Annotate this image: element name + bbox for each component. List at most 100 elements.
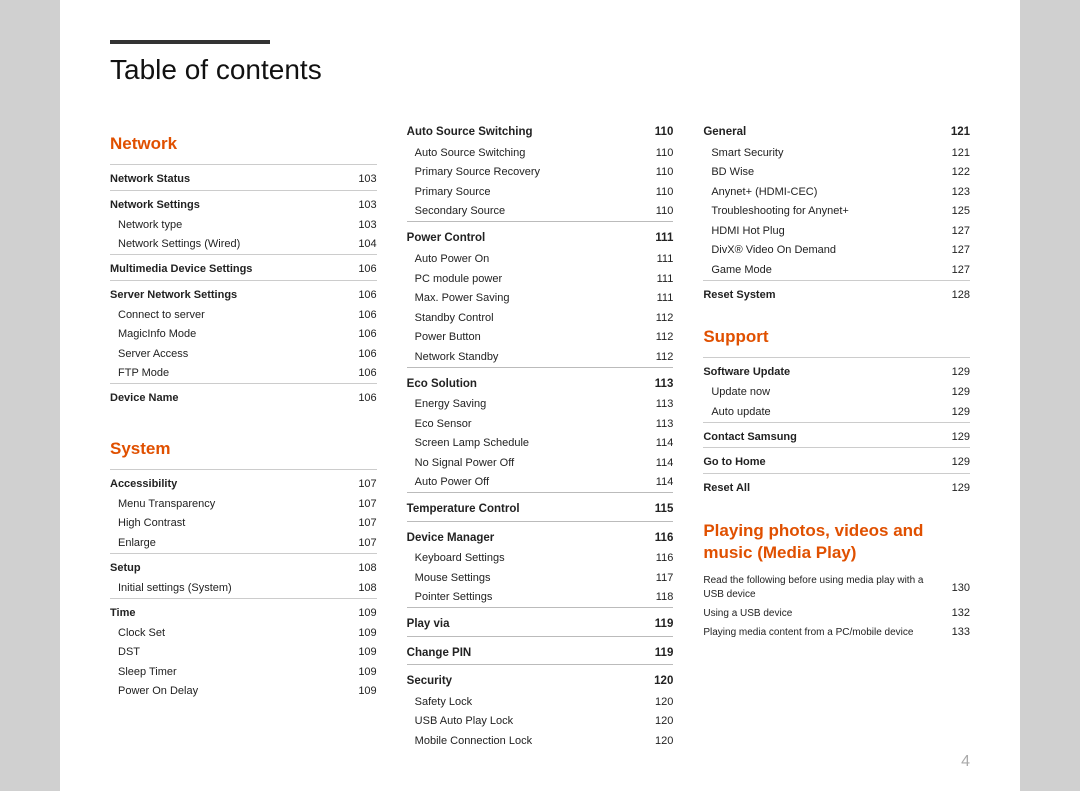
row-num: 104 <box>330 235 376 255</box>
row-num: 133 <box>940 623 970 643</box>
row-label: Power Control <box>407 222 625 250</box>
row-num: 129 <box>905 383 970 403</box>
row-num: 107 <box>324 469 377 494</box>
row-label: Software Update <box>703 358 905 383</box>
title-bar <box>110 40 270 44</box>
row-label: Connect to server <box>110 305 330 325</box>
row-num: 103 <box>330 190 376 215</box>
row-label: DST <box>110 643 324 663</box>
row-label: Network Status <box>110 165 330 191</box>
table-row: Auto Power On 111 <box>407 250 674 270</box>
playing-table: Read the following before using media pl… <box>703 572 970 642</box>
table-row: Keyboard Settings 116 <box>407 549 674 569</box>
row-num: 127 <box>924 260 970 280</box>
row-label: Safety Lock <box>407 692 625 712</box>
row-label: Primary Source Recovery <box>407 163 625 183</box>
row-label: Initial settings (System) <box>110 578 324 598</box>
row-num: 112 <box>624 347 673 367</box>
row-label: Power On Delay <box>110 682 324 702</box>
row-label: Auto Source Switching <box>407 143 625 163</box>
row-num: 119 <box>624 636 673 664</box>
row-num: 120 <box>624 692 673 712</box>
system-section-title: System <box>110 439 377 459</box>
table-row: Network type 103 <box>110 215 377 235</box>
row-num: 106 <box>330 305 376 325</box>
table-row: Playing media content from a PC/mobile d… <box>703 623 970 643</box>
row-label: Setup <box>110 553 324 578</box>
row-label: Read the following before using media pl… <box>703 572 940 603</box>
row-num: 111 <box>624 269 673 289</box>
table-row: Auto Source Switching 110 <box>407 143 674 163</box>
row-num: 120 <box>624 664 673 692</box>
row-num: 106 <box>330 344 376 364</box>
table-row: HDMI Hot Plug 127 <box>703 221 970 241</box>
row-num: 114 <box>624 453 673 473</box>
row-label: Go to Home <box>703 448 905 474</box>
row-num: 128 <box>924 280 970 305</box>
row-label: BD Wise <box>703 163 924 183</box>
table-row: Mouse Settings 117 <box>407 568 674 588</box>
table-row: Standby Control 112 <box>407 308 674 328</box>
system-table: Accessibility 107 Menu Transparency 107 … <box>110 469 377 702</box>
row-label: Eco Solution <box>407 367 625 395</box>
row-num: 109 <box>324 682 377 702</box>
table-row: USB Auto Play Lock 120 <box>407 712 674 732</box>
row-num: 115 <box>624 493 673 521</box>
row-label: HDMI Hot Plug <box>703 221 924 241</box>
table-row: Play via 119 <box>407 608 674 636</box>
row-label: Update now <box>703 383 905 403</box>
page-number: 4 <box>961 753 970 771</box>
row-label: Standby Control <box>407 308 625 328</box>
row-label: Using a USB device <box>703 603 940 623</box>
table-row: High Contrast 107 <box>110 514 377 534</box>
row-num: 121 <box>924 116 970 143</box>
row-num: 114 <box>624 473 673 493</box>
support-section: Support Software Update 129 Update now 1… <box>703 327 970 498</box>
table-row: Mobile Connection Lock 120 <box>407 731 674 751</box>
row-label: Contact Samsung <box>703 422 905 448</box>
table-row: Multimedia Device Settings 106 <box>110 255 377 281</box>
table-row: Server Access 106 <box>110 344 377 364</box>
table-row: Power Control 111 <box>407 222 674 250</box>
row-label: No Signal Power Off <box>407 453 625 473</box>
row-num: 111 <box>624 250 673 270</box>
row-label: Accessibility <box>110 469 324 494</box>
table-row: Max. Power Saving 111 <box>407 289 674 309</box>
row-num: 107 <box>324 514 377 534</box>
support-table: Software Update 129 Update now 129 Auto … <box>703 357 970 498</box>
row-num: 122 <box>924 163 970 183</box>
table-row: Anynet+ (HDMI-CEC) 123 <box>703 182 970 202</box>
table-row: Software Update 129 <box>703 358 970 383</box>
row-num: 111 <box>624 289 673 309</box>
row-label: USB Auto Play Lock <box>407 712 625 732</box>
row-num: 119 <box>624 608 673 636</box>
table-row: Device Manager 116 <box>407 521 674 549</box>
row-label: Sleep Timer <box>110 662 324 682</box>
table-row: Safety Lock 120 <box>407 692 674 712</box>
row-num: 106 <box>330 280 376 305</box>
table-row: Connect to server 106 <box>110 305 377 325</box>
row-label: Auto update <box>703 402 905 422</box>
row-num: 127 <box>924 221 970 241</box>
row-num: 109 <box>324 598 377 623</box>
row-num: 110 <box>624 116 673 143</box>
row-num: 113 <box>624 395 673 415</box>
row-label: Energy Saving <box>407 395 625 415</box>
row-num: 129 <box>905 358 970 383</box>
table-row: Menu Transparency 107 <box>110 494 377 514</box>
content-columns: Network Network Status 103 Network Setti… <box>110 116 970 751</box>
table-row: Temperature Control 115 <box>407 493 674 521</box>
row-label: Menu Transparency <box>110 494 324 514</box>
row-label: Temperature Control <box>407 493 625 521</box>
row-label: Network Settings <box>110 190 330 215</box>
row-num: 129 <box>905 473 970 498</box>
row-num: 132 <box>940 603 970 623</box>
row-num: 103 <box>330 215 376 235</box>
row-num: 106 <box>330 364 376 384</box>
table-row: Go to Home 129 <box>703 448 970 474</box>
row-num: 118 <box>624 588 673 608</box>
general-table: General 121 Smart Security 121 BD Wise 1… <box>703 116 970 305</box>
row-num: 120 <box>624 731 673 751</box>
row-label: Playing media content from a PC/mobile d… <box>703 623 940 643</box>
table-row: PC module power 111 <box>407 269 674 289</box>
